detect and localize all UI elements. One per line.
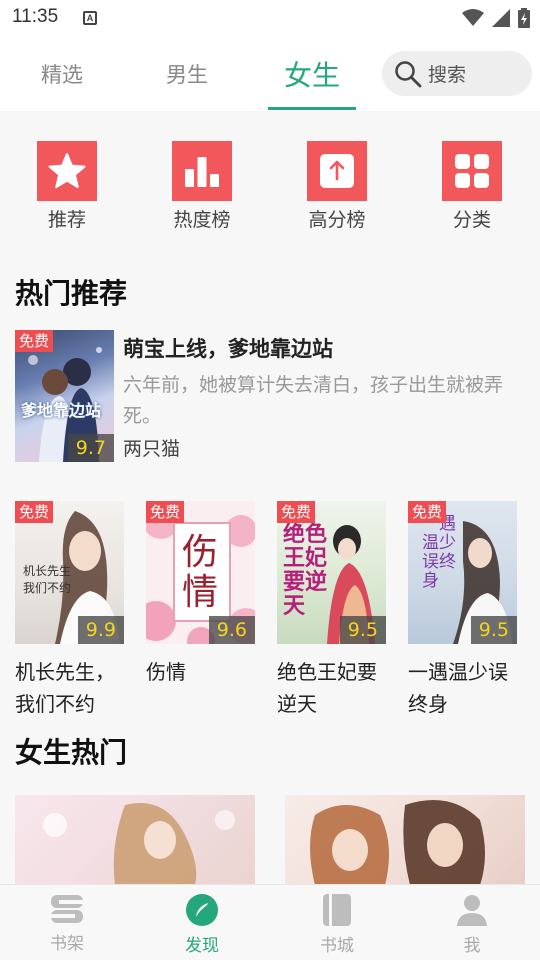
wifi-icon (462, 9, 484, 26)
featured-author: 两只猫 (123, 438, 181, 460)
score-badge: 9.5 (339, 616, 386, 644)
book-card[interactable]: 一遇温少误终身 免费 9.5 一遇温少误终身 (408, 501, 523, 720)
notification-icon: A (83, 11, 97, 25)
featured-book[interactable]: 爹地靠边站 免费 9.7 萌宝上线，爹地靠边站 六年前，她被算计失去清白，孩子出… (15, 330, 530, 462)
category-label: 高分榜 (308, 209, 366, 231)
category-label: 热度榜 (173, 209, 231, 231)
nav-bookshelf[interactable]: 书架 (17, 885, 117, 960)
book-title: 伤情 (146, 660, 186, 684)
free-badge: 免费 (15, 330, 54, 352)
free-badge: 免费 (277, 501, 316, 523)
book-card[interactable]: 机长先生 我们不约 免费 9.9 机长先生，我们不约 (15, 501, 130, 720)
category-classify[interactable]: 分类 (422, 141, 522, 232)
tab-female[interactable]: 女生 (268, 36, 356, 111)
grid-icon (455, 154, 489, 188)
cover-text: 绝色王妃要逆天 (283, 522, 328, 619)
category-label: 推荐 (47, 209, 86, 231)
category-recommend[interactable]: 推荐 (17, 141, 117, 232)
category-tile (37, 141, 97, 201)
banner-illustration (43, 803, 235, 885)
book-card[interactable]: 绝色王妃要逆天 免费 9.5 绝色王妃要逆天 (277, 501, 392, 720)
nav-me[interactable]: 我 (422, 885, 522, 960)
tab-male[interactable]: 男生 (147, 36, 227, 111)
status-bar: 11:35 A (0, 0, 540, 36)
featured-title: 萌宝上线，爹地靠边站 (123, 337, 333, 361)
compass-icon (186, 894, 218, 926)
search-icon (395, 60, 422, 87)
user-icon (457, 895, 487, 926)
battery-icon (518, 8, 530, 28)
cover-text: 爹地靠边站 (21, 401, 102, 420)
book-card[interactable]: 伤情 免费 9.6 伤情 (146, 501, 261, 688)
book-cover: 绝色王妃要逆天 免费 9.5 (277, 501, 386, 644)
arrow-up-icon (320, 154, 354, 188)
section-title-female-hot: 女生热门 (15, 736, 128, 769)
hot-banner-1[interactable] (15, 795, 255, 885)
category-hot-rank[interactable]: 热度榜 (152, 141, 252, 232)
nav-discover[interactable]: 发现 (152, 885, 252, 960)
nav-label: 书架 (50, 934, 84, 954)
cover-text: 一遇温少误终身 (422, 514, 456, 591)
nav-label: 我 (463, 936, 481, 956)
nav-bookstore[interactable]: 书城 (287, 885, 387, 960)
score-badge: 9.9 (77, 616, 124, 644)
cover-text: 伤情 (182, 532, 219, 613)
bookshelf-icon (51, 895, 83, 923)
book-title: 绝色王妃要逆天 (277, 660, 377, 716)
active-tab-indicator (268, 107, 356, 110)
category-label: 分类 (452, 209, 491, 231)
star-icon (48, 153, 86, 189)
banner-illustration (310, 800, 485, 885)
score-badge: 9.6 (208, 616, 255, 644)
score-badge: 9.7 (67, 434, 114, 462)
featured-description: 六年前，她被算计失去清白，孩子出生就被弄死。 (123, 374, 504, 427)
category-tile (307, 141, 367, 201)
bottom-nav: 书架 发现 书城 我 (0, 884, 540, 960)
top-tab-bar: 精选 男生 女生 搜索 (0, 36, 540, 111)
book-icon (323, 894, 351, 926)
free-badge: 免费 (15, 501, 54, 523)
tab-featured[interactable]: 精选 (22, 36, 102, 111)
score-badge: 9.5 (470, 616, 517, 644)
book-cover: 伤情 免费 9.6 (146, 501, 255, 644)
search-bar[interactable]: 搜索 (382, 51, 532, 96)
book-cover: 一遇温少误终身 免费 9.5 (408, 501, 517, 644)
nav-label: 发现 (185, 936, 219, 956)
status-time: 11:35 (12, 6, 59, 27)
category-high-score[interactable]: 高分榜 (287, 141, 387, 232)
hot-banner-2[interactable] (285, 795, 525, 885)
search-placeholder: 搜索 (428, 64, 467, 86)
section-title-hot-recommend: 热门推荐 (15, 277, 128, 310)
free-badge: 免费 (146, 501, 185, 523)
category-tile (172, 141, 232, 201)
status-icons (462, 7, 530, 29)
book-title: 机长先生，我们不约 (15, 660, 115, 716)
book-title: 一遇温少误终身 (408, 660, 508, 716)
signal-icon (492, 9, 510, 27)
bar-chart-icon (185, 157, 219, 187)
book-cover: 机长先生 我们不约 免费 9.9 (15, 501, 124, 644)
free-badge: 免费 (408, 501, 447, 523)
category-row: 推荐 热度榜 高分榜 分类 (0, 141, 540, 236)
nav-label: 书城 (320, 936, 354, 956)
category-tile (442, 141, 502, 201)
book-cover: 爹地靠边站 免费 9.7 (15, 330, 114, 462)
cover-text: 机长先生 我们不约 (23, 564, 72, 595)
